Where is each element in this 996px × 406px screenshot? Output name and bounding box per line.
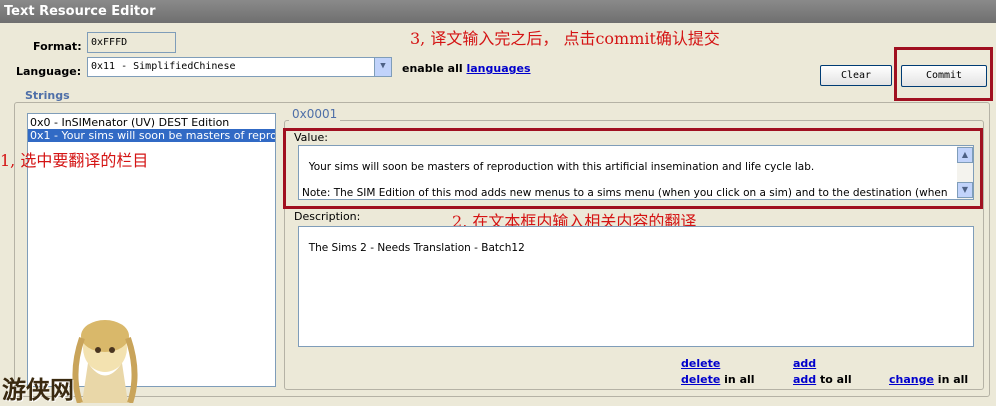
value-scrollbar[interactable]: ▲ ▼ xyxy=(957,146,973,199)
list-item-selected[interactable]: 0x1 - Your sims will soon be masters of … xyxy=(28,129,275,142)
change-in-all: change in all xyxy=(889,373,968,386)
description-text: The Sims 2 - Needs Translation - Batch12 xyxy=(308,242,525,254)
format-field[interactable]: 0xFFFD xyxy=(87,32,176,53)
delete-in-all: delete in all xyxy=(681,373,755,386)
language-selected: 0x11 - SimplifiedChinese xyxy=(91,61,236,72)
language-label: Language: xyxy=(16,65,82,78)
description-textarea[interactable]: The Sims 2 - Needs Translation - Batch12 xyxy=(298,226,974,347)
language-select[interactable]: 0x11 - SimplifiedChinese ▼ xyxy=(87,57,392,77)
watermark-mascot: 游侠网 xyxy=(0,318,152,404)
delete-all-link[interactable]: delete xyxy=(681,373,720,386)
value-text: Your sims will soon be masters of reprod… xyxy=(302,161,948,199)
annotation-step3: 3, 译文输入完之后， 点击commit确认提交 xyxy=(410,29,720,48)
add-all-suffix: to all xyxy=(820,373,852,386)
enable-all-languages-link[interactable]: languages xyxy=(466,62,530,75)
window-title: Text Resource Editor xyxy=(0,0,996,23)
add-all-link[interactable]: add xyxy=(793,373,816,386)
highlight-commit xyxy=(894,47,993,101)
chevron-down-icon[interactable]: ▼ xyxy=(374,58,391,76)
annotation-step1: 1, 选中要翻译的栏目 xyxy=(0,151,149,170)
clear-button[interactable]: Clear xyxy=(820,65,892,86)
scroll-down-icon[interactable]: ▼ xyxy=(957,182,973,198)
change-all-suffix: in all xyxy=(937,373,969,386)
watermark-text: 游侠网 xyxy=(2,375,74,404)
add-link[interactable]: add xyxy=(793,357,816,370)
scroll-up-icon[interactable]: ▲ xyxy=(957,147,973,163)
strings-legend: Strings xyxy=(22,89,73,102)
add-to-all: add to all xyxy=(793,373,852,386)
list-item[interactable]: 0x0 - InSIMenator (UV) DEST Edition xyxy=(28,116,275,129)
detail-id: 0x0001 xyxy=(289,107,341,121)
value-label: Value: xyxy=(294,131,328,144)
enable-all-label: enable all languages xyxy=(402,62,531,75)
delete-all-suffix: in all xyxy=(724,373,755,386)
change-all-link[interactable]: change xyxy=(889,373,934,386)
description-label: Description: xyxy=(294,210,361,223)
format-label: Format: xyxy=(33,40,82,53)
value-textarea[interactable]: Your sims will soon be masters of reprod… xyxy=(298,145,974,200)
delete-link[interactable]: delete xyxy=(681,357,720,370)
enable-all-prefix: enable all xyxy=(402,62,463,75)
